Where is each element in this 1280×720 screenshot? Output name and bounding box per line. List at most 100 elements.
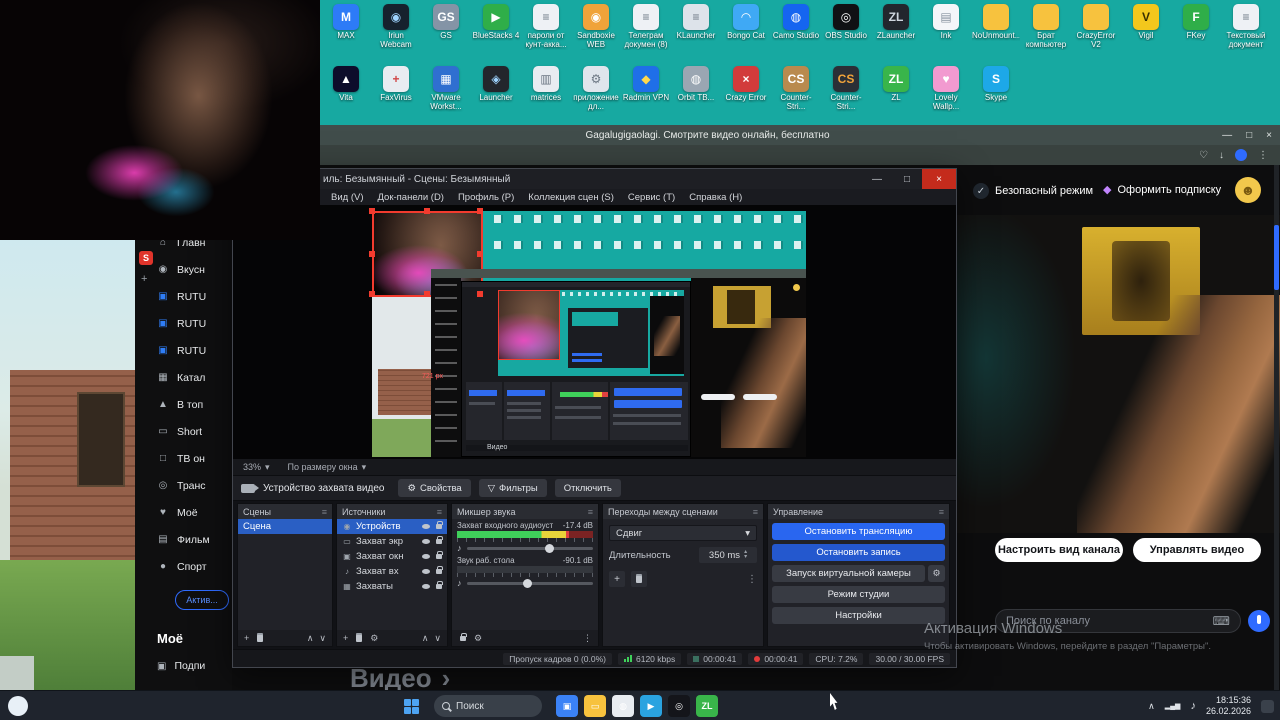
- spin-down-icon[interactable]: ▾: [744, 554, 747, 560]
- desktop-icon[interactable]: ▥ matrices: [521, 66, 571, 128]
- remove-scene-button[interactable]: [257, 634, 264, 642]
- safe-mode-toggle[interactable]: ✓ Безопасный режим: [973, 183, 1093, 199]
- desktop-icon[interactable]: ◠ Bongo Cat: [721, 4, 771, 66]
- source-visibility-icon[interactable]: [422, 584, 430, 589]
- profile-avatar[interactable]: [1235, 149, 1247, 161]
- volume-slider-knob[interactable]: [523, 578, 533, 588]
- settings-button[interactable]: Настройки: [772, 607, 945, 624]
- source-row[interactable]: ▣ Захват окн: [337, 549, 447, 564]
- page-scrollbar[interactable]: [1274, 165, 1279, 690]
- taskbar-app-icon[interactable]: ZL: [696, 695, 718, 717]
- favorite-icon[interactable]: ♡: [1199, 150, 1208, 161]
- move-source-down-button[interactable]: ∨: [434, 633, 441, 644]
- desktop-icon[interactable]: ▤ Ink: [921, 4, 971, 66]
- obs-menu-item[interactable]: Вид (V): [331, 192, 364, 203]
- dock-menu-icon[interactable]: ≡: [322, 507, 327, 517]
- desktop-icon[interactable]: ≡ пароли от кунт-акка...: [521, 4, 571, 66]
- network-icon[interactable]: ▂▄▆: [1165, 702, 1181, 710]
- resize-handle[interactable]: [424, 208, 430, 214]
- volume-slider-knob[interactable]: [544, 543, 554, 553]
- scrollbar-thumb[interactable]: [1274, 225, 1279, 290]
- resize-handle[interactable]: [477, 208, 483, 214]
- add-source-button[interactable]: +: [343, 633, 348, 643]
- taskbar-app-icon[interactable]: ◍: [612, 695, 634, 717]
- source-row[interactable]: ▭ Захват экр: [337, 534, 447, 549]
- browser-minimize-button[interactable]: —: [1222, 130, 1232, 141]
- stop-streaming-button[interactable]: Остановить трансляцию: [772, 523, 945, 540]
- volume-slider[interactable]: [466, 578, 593, 588]
- desktop-icon[interactable]: Брат компьютер: [1021, 4, 1071, 66]
- mixer-dock-header[interactable]: Микшер звука ≡: [452, 504, 598, 519]
- sidebar-item[interactable]: ▭ Short: [135, 418, 232, 445]
- source-visibility-icon[interactable]: [422, 539, 430, 544]
- dock-menu-icon[interactable]: ≡: [437, 507, 442, 517]
- source-lock-icon[interactable]: [436, 521, 443, 529]
- source-lock-icon[interactable]: [436, 551, 443, 559]
- desktop-icon[interactable]: × Crazy Error: [721, 66, 771, 128]
- sidebar-item[interactable]: ◎ Транс: [135, 472, 232, 499]
- mixer-lock-icon[interactable]: [460, 632, 467, 641]
- desktop-icon[interactable]: ▲ Vita: [321, 66, 371, 128]
- obs-menu-item[interactable]: Сервис (T): [628, 192, 675, 203]
- virtual-camera-settings-button[interactable]: ⚙: [928, 565, 945, 582]
- remove-transition-button[interactable]: [631, 571, 647, 587]
- controls-dock-header[interactable]: Управление ≡: [768, 504, 949, 519]
- source-row[interactable]: ◉ Устройств: [337, 519, 447, 534]
- desktop-icon[interactable]: ▦ VMware Workst...: [421, 66, 471, 128]
- resize-handle[interactable]: [477, 291, 483, 297]
- sidebar-item[interactable]: ◉ Вкусн: [135, 256, 232, 283]
- sidebar-item[interactable]: ♥ Моё: [135, 499, 232, 526]
- zoom-level-dropdown[interactable]: 33% ▾: [243, 462, 270, 473]
- sidebar-item[interactable]: ▤ Фильм: [135, 526, 232, 553]
- start-button[interactable]: [404, 699, 419, 714]
- taskbar-app-icon[interactable]: ▭: [584, 695, 606, 717]
- activate-button[interactable]: Актив...: [175, 590, 229, 610]
- desktop-icon[interactable]: NoUnmount...: [971, 4, 1021, 66]
- desktop-icon[interactable]: M MAX: [321, 4, 371, 66]
- sidebar-item[interactable]: ▣ RUTU: [135, 310, 232, 337]
- sidebar-item[interactable]: ▣ RUTU: [135, 337, 232, 364]
- move-scene-down-button[interactable]: ∨: [319, 633, 326, 644]
- desktop-icon[interactable]: ◉ Sandboxie WEB Browser: [571, 4, 621, 66]
- sidebar-item[interactable]: ▣ RUTU: [135, 283, 232, 310]
- move-scene-up-button[interactable]: ∧: [307, 633, 314, 644]
- browser-maximize-button[interactable]: □: [1246, 130, 1252, 141]
- desktop-icon[interactable]: ◉ Iriun Webcam: [371, 4, 421, 66]
- sidebar-item[interactable]: □ ТВ он: [135, 445, 232, 472]
- desktop-icon[interactable]: ≡ Текстовый документ: [1221, 4, 1271, 66]
- source-lock-icon[interactable]: [436, 536, 443, 544]
- desktop-icon[interactable]: ◍ Camo Studio: [771, 4, 821, 66]
- source-visibility-icon[interactable]: [422, 554, 430, 559]
- dock-menu-icon[interactable]: ≡: [588, 507, 593, 517]
- browser-close-button[interactable]: ×: [1266, 130, 1272, 141]
- move-source-up-button[interactable]: ∧: [422, 633, 429, 644]
- tray-chevron-icon[interactable]: ∧: [1148, 701, 1155, 712]
- desktop-icon[interactable]: ♥ Lovely Wallp...: [921, 66, 971, 128]
- notification-center-icon[interactable]: [1261, 699, 1274, 713]
- mixer-settings-button[interactable]: ⚙: [474, 633, 482, 644]
- source-visibility-icon[interactable]: [422, 569, 430, 574]
- desktop-icon[interactable]: ▶ BlueStacks 4: [471, 4, 521, 66]
- remove-source-button[interactable]: [356, 634, 363, 642]
- download-icon[interactable]: ↓: [1219, 150, 1224, 161]
- desktop-icon[interactable]: ≡ Телеграм докумен (8): [621, 4, 671, 66]
- desktop-icon[interactable]: CS Counter-Stri...: [771, 66, 821, 128]
- scene-row[interactable]: Сцена: [238, 519, 332, 534]
- sources-dock-header[interactable]: Источники ≡: [337, 504, 447, 519]
- desktop-icon[interactable]: F FKey: [1171, 4, 1221, 66]
- desktop-icon[interactable]: CS Counter-Stri...: [821, 66, 871, 128]
- resize-handle[interactable]: [477, 251, 483, 257]
- add-scene-button[interactable]: +: [244, 633, 249, 643]
- transitions-dock-header[interactable]: Переходы между сценами ≡: [603, 504, 763, 519]
- tray-clock[interactable]: 18:15:36 26.02.2026: [1206, 695, 1251, 718]
- add-transition-button[interactable]: +: [609, 571, 625, 587]
- taskbar-app-icon[interactable]: ◎: [668, 695, 690, 717]
- sidebar-item[interactable]: ▦ Катал: [135, 364, 232, 391]
- desktop-icon[interactable]: ◎ OBS Studio: [821, 4, 871, 66]
- dock-menu-icon[interactable]: ≡: [753, 507, 758, 517]
- resize-handle[interactable]: [424, 291, 430, 297]
- desktop-icon[interactable]: ZL ZLauncher: [871, 4, 921, 66]
- sidebar-item-subscriptions[interactable]: ▣ Подпи: [157, 660, 205, 672]
- browser-menu-icon[interactable]: ⋮: [1258, 150, 1268, 161]
- obs-menu-item[interactable]: Справка (H): [689, 192, 742, 203]
